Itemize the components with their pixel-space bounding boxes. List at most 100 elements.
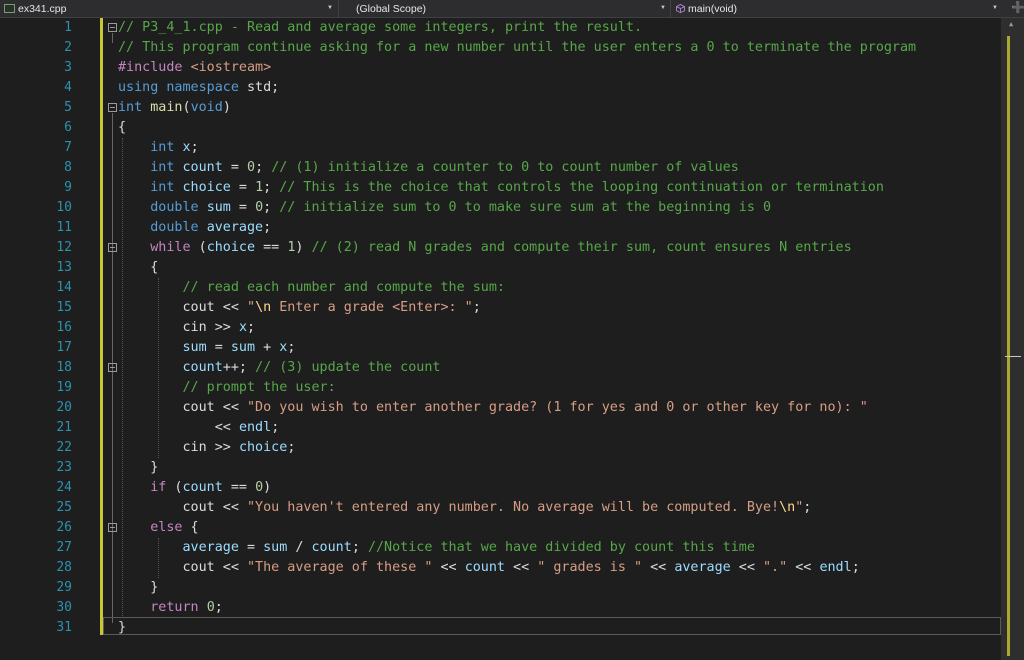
line-number: 20 [56,400,72,415]
split-editor-icon[interactable]: ➕ [1011,0,1024,17]
code-line[interactable]: using namespace std; [118,78,279,98]
code-line[interactable]: double sum = 0; // initialize sum to 0 t… [118,198,771,218]
line-number: 4 [64,80,72,95]
code-line[interactable]: count++; // (3) update the count [118,358,441,378]
code-line[interactable]: // read each number and compute the sum: [118,278,505,298]
code-line[interactable]: cout << "The average of these " << count… [118,558,859,578]
code-token: count [182,360,223,375]
code-token: ; [287,440,296,455]
code-line[interactable]: cout << "Do you wish to enter another gr… [118,398,867,418]
code-token: \n [255,300,272,315]
vertical-scrollbar[interactable]: ▲ [1001,18,1024,660]
chevron-down-icon[interactable]: ▼ [660,5,666,11]
fold-guide [112,33,113,43]
code-token: count [182,160,223,175]
code-line[interactable]: average = sum / count; //Notice that we … [118,538,755,558]
code-token: 0 [206,600,215,615]
code-token: // This program continue asking for a ne… [118,40,917,55]
code-token: <iostream> [190,60,272,75]
code-line[interactable]: cin >> choice; [118,438,295,458]
file-name: ex341.cpp [18,2,67,15]
collapse-icon[interactable] [108,523,117,532]
code-token: average [206,220,264,235]
code-token: = [206,340,231,355]
code-line[interactable]: << endl; [118,418,280,438]
code-line[interactable]: if (count == 0) [118,478,271,498]
code-token: ; [255,160,272,175]
code-token: cout << [118,500,247,515]
code-line[interactable]: } [118,578,158,598]
code-token: { [118,260,159,275]
code-line[interactable]: } [118,458,158,478]
code-line[interactable]: int count = 0; // (1) initialize a count… [118,158,739,178]
code-line[interactable]: // This program continue asking for a ne… [118,38,916,58]
code-token: else [150,520,183,535]
scroll-up-icon[interactable]: ▲ [1009,20,1013,28]
member-dropdown[interactable]: main(void) ▼ [676,0,1001,17]
change-map [1007,36,1010,656]
code-line[interactable]: { [118,258,158,278]
code-token: // initialize sum to 0 to make sure sum … [279,200,772,215]
code-token: sum [182,340,207,355]
code-token: << [118,420,239,435]
member-label: main(void) [688,2,738,15]
code-token: ; [287,340,296,355]
code-line[interactable]: double average; [118,218,271,238]
code-line[interactable]: while (choice == 1) // (2) read N grades… [118,238,851,258]
collapse-icon[interactable] [108,103,117,112]
code-token: } [118,580,159,595]
code-token: 0 [255,480,264,495]
code-token: ; [263,180,280,195]
code-line[interactable]: int choice = 1; // This is the choice th… [118,178,884,198]
code-token: / [287,540,312,555]
code-line[interactable]: int x; [118,138,199,158]
code-line[interactable]: cin >> x; [118,318,255,338]
code-token: int [150,160,175,175]
code-token: double [150,200,199,215]
code-token: x [182,140,191,155]
change-tracking-bar [100,18,103,635]
collapse-icon[interactable] [108,23,117,32]
code-line[interactable]: cout << "You haven't entered any number.… [118,498,811,518]
code-token: << [505,560,538,575]
line-number: 19 [56,380,72,395]
line-number: 1 [64,20,72,35]
code-line[interactable]: else { [118,518,199,538]
code-line[interactable]: // prompt the user: [118,378,336,398]
collapse-icon[interactable] [108,243,117,252]
code-token: endl [238,420,272,435]
code-line[interactable]: int main(void) [118,98,231,118]
editor-navigation-bar: ex341.cpp ▼ (Global Scope) ▼ main(void) … [0,0,1024,18]
chevron-down-icon[interactable]: ▼ [327,5,333,11]
scope-dropdown[interactable]: (Global Scope) ▼ [356,0,666,17]
code-token: ; [190,140,199,155]
code-line[interactable]: #include <iostream> [118,58,271,78]
code-token: cin >> [118,320,239,335]
code-token: // This is the choice that controls the … [279,180,884,195]
line-number: 27 [56,540,72,555]
code-token: { [182,520,199,535]
code-line[interactable]: cout << "\n Enter a grade <Enter>: "; [118,298,480,318]
line-number: 21 [56,420,72,435]
code-line[interactable]: // P3_4_1.cpp - Read and average some in… [118,18,642,38]
scroll-position-marker[interactable] [1005,356,1021,357]
code-line[interactable]: sum = sum + x; [118,338,296,358]
code-line[interactable]: return 0; [118,598,223,618]
code-token: average [182,540,239,555]
code-token: int [150,140,175,155]
code-line[interactable]: { [118,118,126,138]
line-number: 6 [64,120,72,135]
code-token: double [150,220,199,235]
line-number: 26 [56,520,72,535]
collapse-icon[interactable] [108,363,117,372]
code-token: \n [779,500,796,515]
file-dropdown[interactable]: ex341.cpp ▼ [4,0,334,17]
code-token: = [222,160,247,175]
chevron-down-icon[interactable]: ▼ [992,5,998,11]
